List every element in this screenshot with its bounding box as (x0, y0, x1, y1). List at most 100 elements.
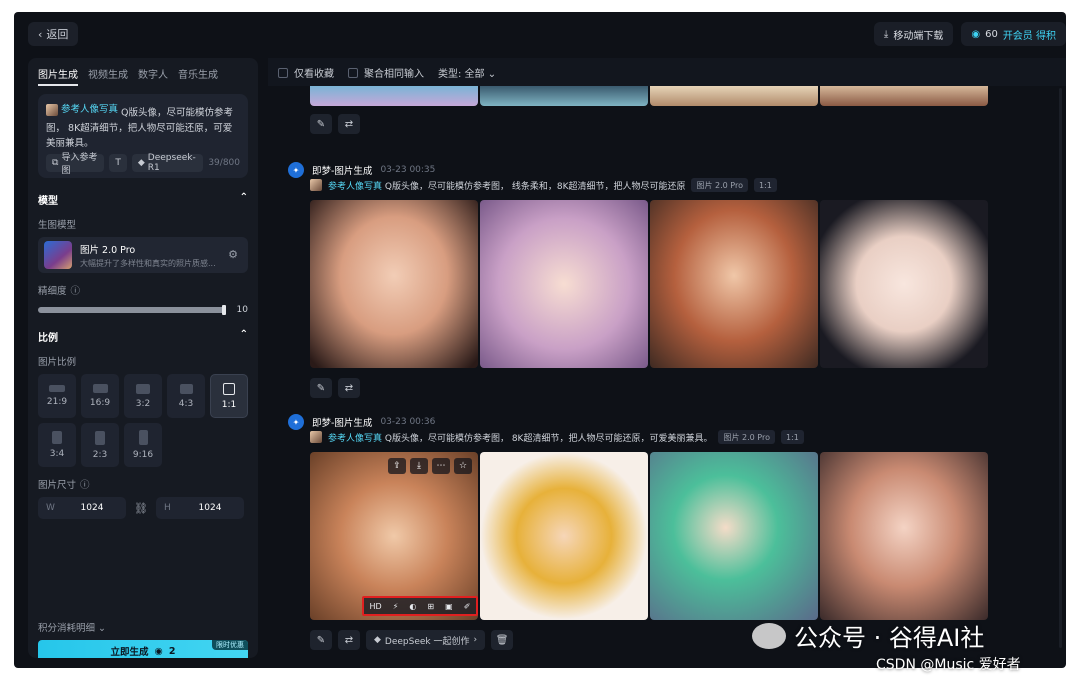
model-thumbnail (44, 241, 72, 269)
text-style-button[interactable]: T (109, 154, 127, 172)
ratio-21-9[interactable]: 21:9 (38, 374, 76, 418)
ratio-shape (92, 384, 108, 393)
detail-slider[interactable] (38, 305, 226, 315)
result-image[interactable] (820, 452, 988, 620)
back-button[interactable]: ‹ 返回 (28, 22, 79, 46)
detail-slider-handle[interactable] (222, 305, 226, 315)
height-input[interactable]: H 1024 (156, 497, 244, 519)
link-icon[interactable]: ⛓ (134, 502, 148, 515)
app-window: ‹ 返回 ⤓ 移动端下载 ◉ 60 开会员 得积 图片生成 视频生成 数字人 音… (14, 12, 1066, 668)
size-label: 图片尺寸 ⓘ (28, 477, 258, 491)
tab-video[interactable]: 视频生成 (88, 66, 128, 86)
model-section-header[interactable]: 模型 ⌃ (28, 192, 258, 207)
ratio-1-1[interactable]: 1:1 (210, 374, 248, 418)
model-tag: 图片 2.0 Pro (718, 430, 775, 444)
expand-icon[interactable]: ⊞ (427, 602, 434, 611)
ratio-16-9[interactable]: 16:9 (81, 374, 119, 418)
ratio-9-16[interactable]: 9:16 (124, 423, 162, 467)
ratio-shape (52, 431, 62, 444)
pencil-icon: ✎ (316, 382, 326, 394)
reference-thumbnail (310, 179, 322, 191)
info-icon[interactable]: ⓘ (80, 477, 90, 491)
model-selector[interactable]: 图片 2.0 Pro 大幅提升了多样性和真实的照片质感... ⚙ (38, 237, 248, 273)
result-image[interactable] (650, 86, 818, 106)
edit-prompt-button[interactable]: ✎ (310, 630, 332, 650)
previous-result-images (310, 86, 988, 106)
download-icon: ⤓ (883, 28, 889, 40)
tab-digital-human[interactable]: 数字人 (138, 66, 168, 86)
more-icon[interactable]: ⋯ (432, 458, 450, 474)
ratio-label: 图片比例 (38, 357, 77, 368)
eraser-icon[interactable]: ◐ (409, 602, 416, 611)
model-tag: 图片 2.0 Pro (691, 178, 748, 192)
ratio-4-3[interactable]: 4:3 (167, 374, 205, 418)
gen-model-label: 生图模型 (38, 220, 77, 231)
magic-wand-icon[interactable]: ⚡ (393, 602, 399, 611)
tab-image[interactable]: 图片生成 (38, 66, 78, 86)
type-filter-dropdown[interactable]: 类型: 全部 ⌄ (438, 65, 496, 80)
ratio-3-4[interactable]: 3:4 (38, 423, 76, 467)
reference-thumbnail (310, 431, 322, 443)
detail-value: 10 (236, 305, 248, 315)
membership-button[interactable]: ◉ 60 开会员 得积 (961, 22, 1066, 46)
generation-tabs: 图片生成 视频生成 数字人 音乐生成 (28, 58, 258, 86)
reference-chip[interactable]: 参考人像写真 (46, 102, 118, 117)
tab-music[interactable]: 音乐生成 (178, 66, 218, 86)
hd-upscale-button[interactable]: HD (370, 602, 382, 611)
import-reference-button[interactable]: ⧉ 导入参考图 (46, 153, 105, 176)
share-icon[interactable]: ⇪ (388, 458, 406, 474)
width-input[interactable]: W 1024 (38, 497, 126, 519)
download-icon[interactable]: ⤓ (410, 458, 428, 474)
ratio-tag: 1:1 (780, 430, 804, 444)
result-image[interactable] (820, 200, 988, 368)
reference-chip[interactable]: 参考人像写真 (328, 179, 382, 192)
delete-button[interactable]: 🗑 (491, 630, 514, 650)
settings-sliders-icon[interactable]: ⚙ (228, 248, 238, 261)
ratio-3-2[interactable]: 3:2 (124, 374, 162, 418)
mobile-download-button[interactable]: ⤓ 移动端下载 (873, 22, 954, 46)
text-style-icon: T (115, 158, 121, 168)
credits-detail-toggle[interactable]: 积分消耗明细 ⌄ (38, 620, 106, 634)
deepseek-button[interactable]: ◆ Deepseek-R1 (131, 153, 204, 173)
edit-prompt-button[interactable]: ✎ (310, 378, 332, 398)
refresh-icon: ⇄ (344, 634, 354, 646)
model-name: 图片 2.0 Pro (80, 244, 136, 256)
regenerate-button[interactable]: ⇄ (338, 630, 360, 650)
result-image[interactable] (820, 86, 988, 106)
detail-slider-fill (38, 307, 226, 313)
credit-icon: ◉ (971, 28, 981, 40)
favorites-only-checkbox[interactable]: 仅看收藏 (278, 65, 334, 80)
result-image[interactable] (310, 86, 478, 106)
char-counter: 39/800 (208, 158, 240, 168)
brush-icon[interactable]: ✐ (464, 602, 471, 611)
result-image[interactable] (480, 86, 648, 106)
result-image[interactable] (480, 200, 648, 368)
deepseek-cocreate-button[interactable]: ◆ DeepSeek 一起创作 › (366, 630, 486, 650)
reference-thumbnail (46, 103, 58, 116)
result-image[interactable] (650, 200, 818, 368)
star-icon[interactable]: ☆ (454, 458, 472, 474)
ratio-2-3[interactable]: 2:3 (81, 423, 119, 467)
crop-icon[interactable]: ▣ (445, 602, 453, 611)
chevron-left-icon: ‹ (38, 27, 43, 41)
prompt-box[interactable]: 参考人像写真 Q版头像，尽可能模仿参考图， 8K超清细节，把人物尽可能还原，可爱… (38, 94, 248, 178)
result-image[interactable] (480, 452, 648, 620)
chevron-right-icon: › (473, 635, 478, 645)
regenerate-button[interactable]: ⇄ (338, 114, 360, 134)
generate-button[interactable]: 立即生成 ◉ 2 限时优惠 (38, 640, 248, 658)
result-image[interactable] (310, 200, 478, 368)
result-image[interactable] (650, 452, 818, 620)
reference-chip[interactable]: 参考人像写真 (328, 431, 382, 444)
left-panel: 图片生成 视频生成 数字人 音乐生成 参考人像写真 Q版头像，尽可能模仿参考图，… (28, 58, 258, 658)
merge-inputs-checkbox[interactable]: 聚合相同输入 (348, 65, 424, 80)
info-icon[interactable]: ⓘ (71, 283, 81, 297)
ratio-section-header[interactable]: 比例 ⌃ (28, 329, 258, 344)
regenerate-button[interactable]: ⇄ (338, 378, 360, 398)
prompt-text[interactable]: 参考人像写真 Q版头像，尽可能模仿参考图， 8K超清细节，把人物尽可能还原，可爱… (46, 102, 240, 151)
edit-prompt-button[interactable]: ✎ (310, 114, 332, 134)
trash-icon: 🗑 (495, 634, 509, 646)
promo-badge: 限时优惠 (212, 640, 248, 650)
result-image-hovered[interactable]: ⇪ ⤓ ⋯ ☆ HD ⚡ ◐ ⊞ ▣ ✐ (310, 452, 478, 620)
membership-label: 开会员 得积 (1002, 30, 1056, 42)
results-scrollbar[interactable] (1059, 88, 1062, 648)
